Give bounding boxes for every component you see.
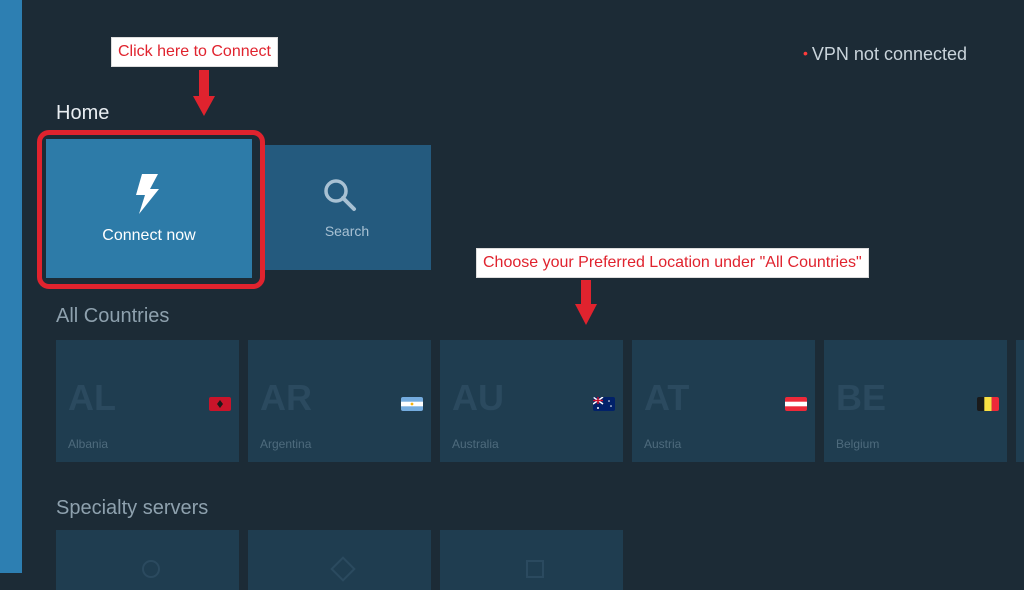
belgium-flag-icon xyxy=(977,397,999,411)
country-tile-argentina[interactable]: AR Argentina xyxy=(248,340,431,462)
vpn-status-text: VPN not connected xyxy=(811,44,968,64)
specialty-servers-title: Specialty servers xyxy=(56,497,209,519)
albania-flag-icon xyxy=(209,397,231,411)
specialty-tile[interactable] xyxy=(248,530,431,590)
specialty-icon xyxy=(526,560,544,578)
home-title: Home xyxy=(56,102,110,124)
country-tile-albania[interactable]: AL Albania xyxy=(56,340,239,462)
down-arrow-icon xyxy=(575,280,597,325)
connect-annotation-callout: Click here to Connect xyxy=(112,38,277,66)
country-code: AR xyxy=(260,377,312,418)
search-tile[interactable]: Search xyxy=(263,145,431,270)
country-code: AU xyxy=(452,377,504,418)
country-tile-austria[interactable]: AT Austria xyxy=(632,340,815,462)
search-label: Search xyxy=(324,223,370,239)
country-name: Belgium xyxy=(836,437,880,451)
search-icon xyxy=(324,179,356,211)
countries-annotation-callout: Choose your Preferred Location under "Al… xyxy=(477,249,868,277)
argentina-flag-icon xyxy=(401,397,423,411)
country-code: BE xyxy=(836,377,887,418)
country-code: AL xyxy=(68,377,116,418)
all-countries-title: All Countries xyxy=(56,305,170,327)
specialty-icon xyxy=(142,560,160,578)
connect-highlight-box xyxy=(37,130,265,289)
austria-flag-icon xyxy=(785,397,807,411)
specialty-tile[interactable] xyxy=(56,530,239,590)
country-tile-partial[interactable] xyxy=(1016,340,1024,462)
specialty-icon xyxy=(330,556,356,582)
country-tile-belgium[interactable]: BE Belgium xyxy=(824,340,1007,462)
vpn-status: • VPN not connected xyxy=(803,44,967,65)
country-name: Albania xyxy=(68,437,109,451)
australia-flag-icon xyxy=(593,397,615,411)
specialty-tile[interactable] xyxy=(440,530,623,590)
status-dot-icon: • xyxy=(803,45,808,61)
left-accent-rail xyxy=(0,0,22,573)
country-name: Australia xyxy=(452,437,499,451)
country-name: Austria xyxy=(644,437,682,451)
country-name: Argentina xyxy=(260,437,312,451)
country-tile-australia[interactable]: AU Australia xyxy=(440,340,623,462)
country-code: AT xyxy=(644,377,690,418)
down-arrow-icon xyxy=(193,70,215,116)
